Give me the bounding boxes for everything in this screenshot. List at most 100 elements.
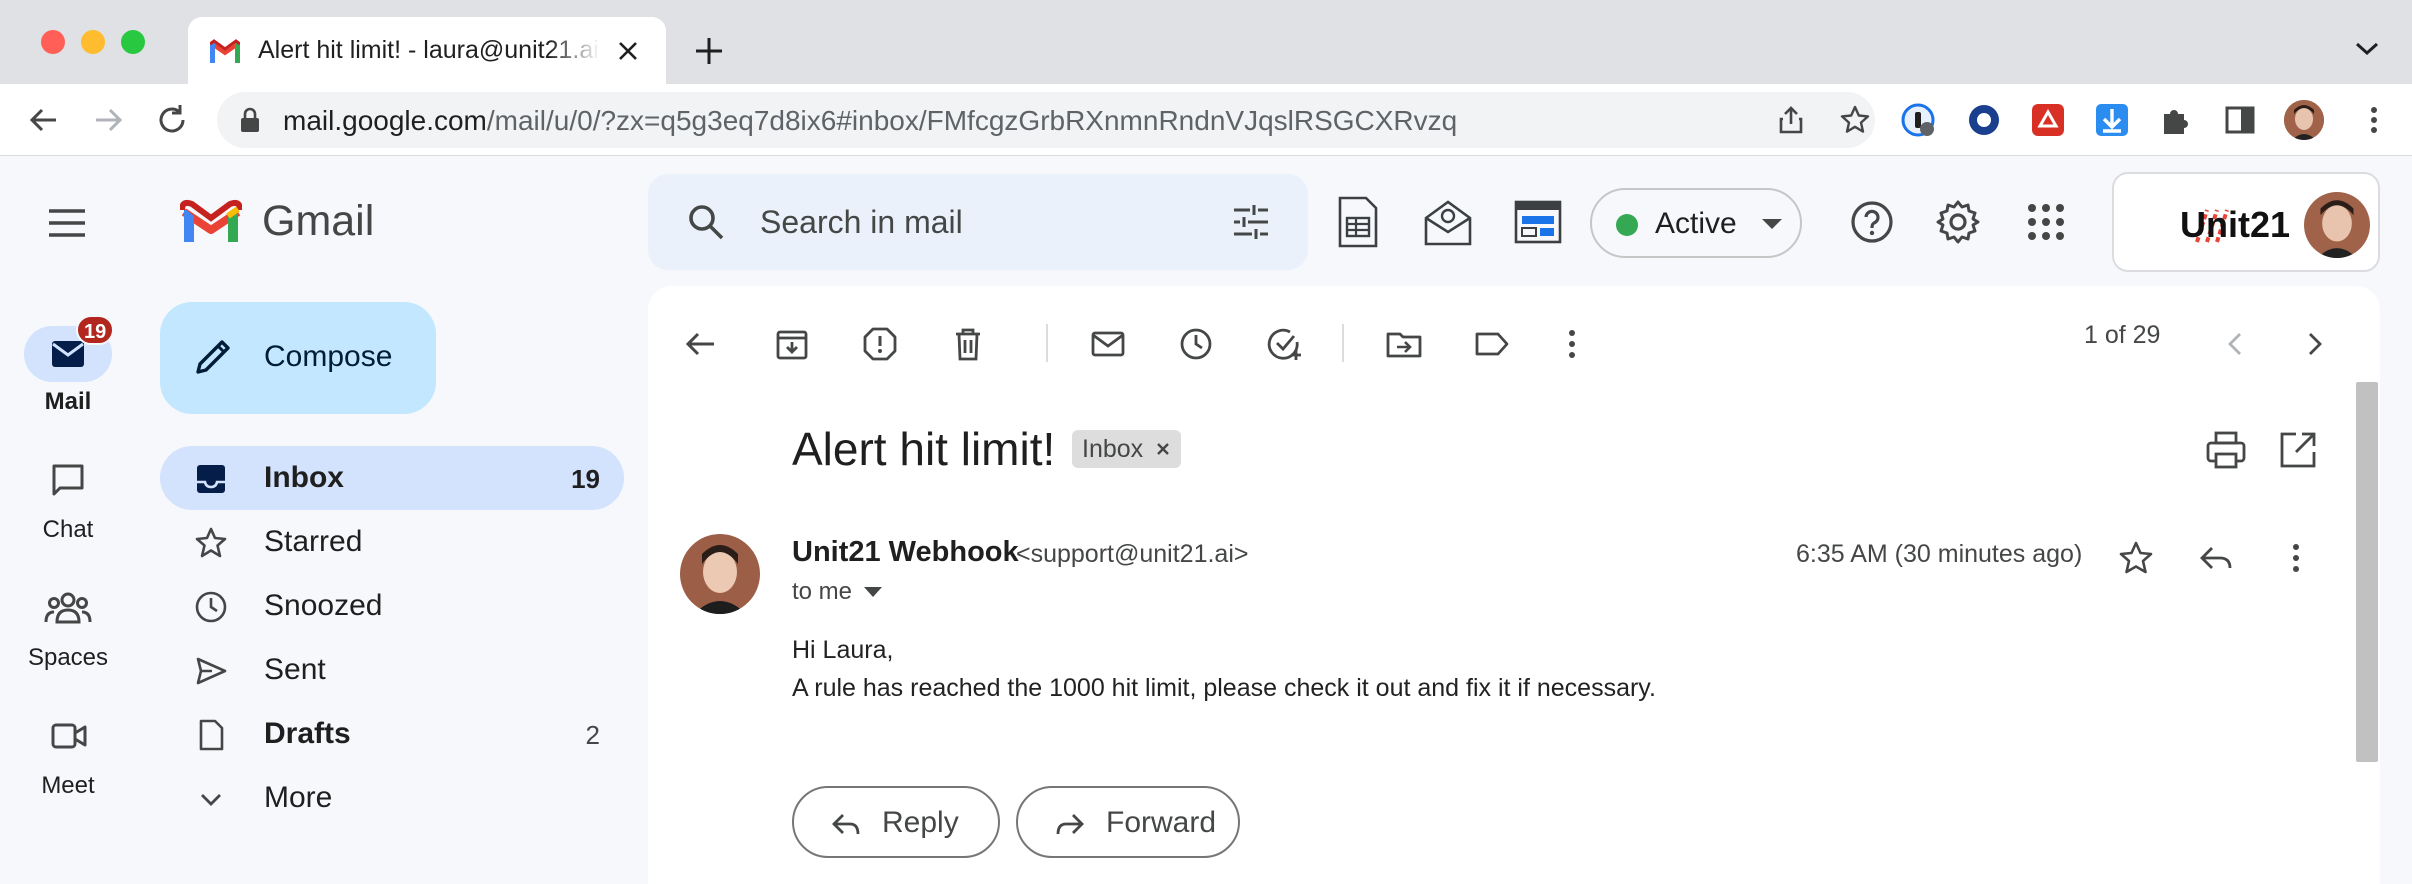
mark-unread-envelope-icon[interactable] xyxy=(1088,324,1128,364)
gmail-wordmark[interactable]: Gmail xyxy=(262,197,374,246)
recipient-text: to me xyxy=(792,578,853,605)
scrollbar-thumb[interactable] xyxy=(2356,382,2378,762)
account-switcher[interactable]: Unit21 xyxy=(2112,172,2380,272)
sender-name[interactable]: Unit21 Webhook xyxy=(792,536,1019,569)
window-close-button[interactable] xyxy=(41,30,65,54)
help-icon[interactable] xyxy=(1848,198,1896,246)
rail-chat-label[interactable]: Chat xyxy=(0,516,136,544)
share-icon[interactable] xyxy=(1775,104,1807,136)
move-to-folder-icon[interactable] xyxy=(1384,324,1424,364)
google-apps-grid-icon[interactable] xyxy=(2022,198,2070,246)
remove-label-icon[interactable] xyxy=(1155,441,1171,457)
circle-extension-icon[interactable] xyxy=(1966,102,2002,138)
window-minimize-button[interactable] xyxy=(81,30,105,54)
url-text[interactable]: mail.google.com/mail/u/0/?zx=q5g3eq7d8ix… xyxy=(283,105,1457,137)
email-subject: Alert hit limit! xyxy=(792,423,1056,475)
open-in-new-window-icon[interactable] xyxy=(2276,428,2320,472)
main-menu-icon[interactable] xyxy=(47,205,87,241)
inbox-icon xyxy=(197,465,225,493)
star-message-icon[interactable] xyxy=(2116,538,2156,578)
draft-file-icon xyxy=(199,719,224,751)
reply-button[interactable]: Reply xyxy=(792,786,1000,858)
red-extension-icon[interactable] xyxy=(2030,102,2066,138)
chrome-menu-icon[interactable] xyxy=(2356,102,2392,138)
password-manager-extension-icon[interactable] xyxy=(1900,102,1936,138)
sender-email: <support@unit21.ai> xyxy=(1016,540,1249,568)
sidebar-item-inbox[interactable]: Inbox 19 xyxy=(160,446,624,510)
extensions-puzzle-icon[interactable] xyxy=(2158,102,2194,138)
delete-trash-icon[interactable] xyxy=(948,324,988,364)
message-more-options-icon[interactable] xyxy=(2276,538,2316,578)
back-to-inbox-icon[interactable] xyxy=(680,324,720,364)
gmail-logo-icon[interactable] xyxy=(180,198,242,246)
chevron-left-icon[interactable] xyxy=(2216,324,2256,364)
search-input[interactable] xyxy=(760,204,1180,241)
sidebar-item-label: Snoozed xyxy=(264,589,383,622)
more-options-icon[interactable] xyxy=(1552,324,1592,364)
search-options-tune-icon[interactable] xyxy=(1230,202,1272,242)
mail-icon xyxy=(52,341,84,367)
window-maximize-button[interactable] xyxy=(121,30,145,54)
sidebar-item-starred[interactable]: Starred xyxy=(160,510,624,574)
sidebar-item-label: More xyxy=(264,781,333,814)
chat-icon xyxy=(52,464,84,496)
reply-arrow-icon[interactable] xyxy=(2196,538,2236,578)
label-tag-icon[interactable] xyxy=(1472,324,1512,364)
browser-tab-active[interactable]: Alert hit limit! - laura@unit21.ai xyxy=(188,17,666,84)
address-bar[interactable]: mail.google.com/mail/u/0/?zx=q5g3eq7d8ix… xyxy=(217,92,1875,148)
sidebar-item-snoozed[interactable]: Snoozed xyxy=(160,574,624,638)
profile-avatar-photo xyxy=(2284,100,2324,140)
account-avatar[interactable] xyxy=(2304,192,2370,258)
chevron-right-icon[interactable] xyxy=(2294,324,2334,364)
message-pane: 1 of 29 Alert hit limit! Inbox Unit21 We… xyxy=(648,286,2380,884)
tab-title: Alert hit limit! - laura@unit21.ai xyxy=(258,36,599,64)
new-tab-icon[interactable] xyxy=(692,34,726,68)
sheets-addon-icon[interactable] xyxy=(1332,194,1384,250)
rail-meet-label[interactable]: Meet xyxy=(0,772,136,800)
spaces-icon xyxy=(44,592,92,624)
mail-merge-addon-icon[interactable] xyxy=(1422,194,1474,250)
back-arrow-icon[interactable] xyxy=(24,100,64,140)
send-icon xyxy=(196,657,227,685)
url-host: mail.google.com xyxy=(283,105,487,136)
compose-button[interactable]: Compose xyxy=(160,302,436,414)
clock-icon xyxy=(195,591,227,623)
sidebar-item-label: Starred xyxy=(264,525,363,558)
show-details-caret-icon[interactable] xyxy=(864,586,882,598)
dashboard-addon-icon[interactable] xyxy=(1512,194,1564,250)
forward-arrow-icon[interactable] xyxy=(88,100,128,140)
tab-close-icon[interactable] xyxy=(614,37,642,65)
sender-avatar[interactable] xyxy=(680,534,760,614)
star-icon xyxy=(195,527,227,558)
settings-gear-icon[interactable] xyxy=(1934,198,1982,246)
bookmark-star-icon[interactable] xyxy=(1839,104,1871,136)
side-panel-icon[interactable] xyxy=(2222,102,2258,138)
snooze-clock-icon[interactable] xyxy=(1176,324,1216,364)
sidebar-item-more[interactable]: More xyxy=(160,766,624,830)
browser-tab-bar: Alert hit limit! - laura@unit21.ai xyxy=(0,0,2412,84)
rail-mail-label[interactable]: Mail xyxy=(0,388,136,416)
add-to-tasks-icon[interactable] xyxy=(1264,324,1304,364)
forward-icon xyxy=(1056,814,1084,835)
account-avatar-photo xyxy=(2304,192,2370,258)
search-bar[interactable] xyxy=(648,174,1308,270)
download-extension-icon[interactable] xyxy=(2094,102,2130,138)
sidebar-item-sent[interactable]: Sent xyxy=(160,638,624,702)
profile-avatar[interactable] xyxy=(2284,100,2324,140)
status-dropdown[interactable]: Active xyxy=(1590,188,1802,258)
pagination-text: 1 of 29 xyxy=(2084,321,2161,349)
archive-icon[interactable] xyxy=(772,324,812,364)
mail-unread-badge: 19 xyxy=(76,315,115,345)
email-greeting: Hi Laura, xyxy=(792,636,894,664)
report-spam-icon[interactable] xyxy=(860,324,900,364)
sidebar-item-drafts[interactable]: Drafts 2 xyxy=(160,702,624,766)
tab-search-chevron-icon[interactable] xyxy=(2352,36,2382,60)
rail-spaces-label[interactable]: Spaces xyxy=(0,644,136,672)
drafts-count: 2 xyxy=(585,720,600,750)
lock-icon[interactable] xyxy=(239,107,261,133)
reload-icon[interactable] xyxy=(152,100,192,140)
search-icon[interactable] xyxy=(686,202,726,242)
gmail-favicon-icon xyxy=(210,39,240,63)
forward-button[interactable]: Forward xyxy=(1016,786,1240,858)
print-icon[interactable] xyxy=(2204,428,2248,472)
